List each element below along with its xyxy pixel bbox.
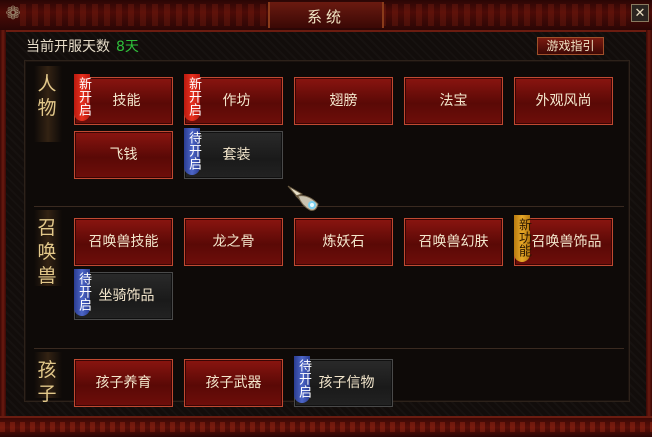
status-badge: 新开启 bbox=[184, 74, 201, 121]
feature-button[interactable]: 翅膀 bbox=[294, 77, 393, 125]
bottom-border bbox=[0, 416, 652, 437]
feature-button-label: 炼妖石 bbox=[322, 234, 365, 250]
status-badge: 待开启 bbox=[74, 269, 91, 316]
status-badge: 待开启 bbox=[294, 356, 311, 403]
section-divider bbox=[34, 348, 624, 349]
left-border bbox=[0, 30, 6, 416]
feature-button-label: 召唤兽饰品 bbox=[531, 234, 602, 250]
feature-button[interactable]: 炼妖石 bbox=[294, 218, 393, 266]
title-bar[interactable]: ❁ 系统 ✕ bbox=[0, 0, 652, 32]
game-guide-button[interactable]: 游戏指引 bbox=[537, 37, 604, 55]
feature-button-label: 孩子养育 bbox=[95, 375, 152, 391]
feature-button[interactable]: 召唤兽幻肤 bbox=[404, 218, 503, 266]
section-label-pet: 召唤兽 bbox=[37, 217, 57, 287]
right-border bbox=[646, 30, 652, 416]
feature-button[interactable]: 法宝 bbox=[404, 77, 503, 125]
feature-button-label: 召唤兽幻肤 bbox=[418, 234, 489, 250]
status-badge: 待开启 bbox=[184, 128, 201, 175]
section-label-character: 人物 bbox=[37, 73, 57, 119]
section-divider bbox=[34, 206, 624, 207]
feature-button-label: 技能 bbox=[112, 93, 141, 109]
section-label-child: 孩子 bbox=[37, 359, 57, 405]
server-days-value: 8天 bbox=[116, 39, 139, 55]
feature-button[interactable]: 孩子养育 bbox=[74, 359, 173, 407]
feature-button-label: 翅膀 bbox=[329, 93, 358, 109]
feature-button-label: 套装 bbox=[222, 147, 251, 163]
feature-button-label: 飞钱 bbox=[109, 147, 138, 163]
close-button[interactable]: ✕ bbox=[631, 4, 649, 22]
window-title: 系统 bbox=[306, 8, 345, 26]
feature-button[interactable]: 孩子信物 待开启 bbox=[294, 356, 393, 407]
feature-button-label: 法宝 bbox=[439, 93, 468, 109]
feature-button-label: 召唤兽技能 bbox=[88, 234, 159, 250]
server-days-text: 当前开服天数 bbox=[26, 39, 110, 55]
feature-button[interactable]: 召唤兽饰品 新功能 bbox=[514, 215, 613, 266]
feature-button[interactable]: 飞钱 bbox=[74, 131, 173, 179]
system-window: ❁ 系统 ✕ 当前开服天数 8天 游戏指引 人物 召唤兽 孩子 技能 新开启 作坊 新开… bbox=[0, 0, 652, 437]
status-badge: 新开启 bbox=[74, 74, 91, 121]
feature-button[interactable]: 外观风尚 bbox=[514, 77, 613, 125]
swirl-icon: ❁ bbox=[5, 3, 21, 24]
feature-button[interactable]: 技能 新开启 bbox=[74, 74, 173, 125]
status-badge: 新功能 bbox=[514, 215, 531, 262]
cursor-icon bbox=[287, 185, 319, 211]
feature-button-label: 作坊 bbox=[222, 93, 251, 109]
feature-button-label: 孩子信物 bbox=[318, 375, 375, 391]
feature-button-label: 坐骑饰品 bbox=[98, 288, 155, 304]
feature-button[interactable]: 坐骑饰品 待开启 bbox=[74, 269, 173, 320]
title-plate: 系统 bbox=[268, 2, 384, 28]
feature-button-label: 外观风尚 bbox=[535, 93, 592, 109]
feature-button-label: 孩子武器 bbox=[205, 375, 262, 391]
feature-button-label: 龙之骨 bbox=[212, 234, 255, 250]
feature-button[interactable]: 龙之骨 bbox=[184, 218, 283, 266]
feature-button[interactable]: 作坊 新开启 bbox=[184, 74, 283, 125]
server-days-label: 当前开服天数 8天 bbox=[26, 36, 139, 56]
feature-button[interactable]: 套装 待开启 bbox=[184, 128, 283, 179]
feature-button[interactable]: 召唤兽技能 bbox=[74, 218, 173, 266]
feature-button[interactable]: 孩子武器 bbox=[184, 359, 283, 407]
